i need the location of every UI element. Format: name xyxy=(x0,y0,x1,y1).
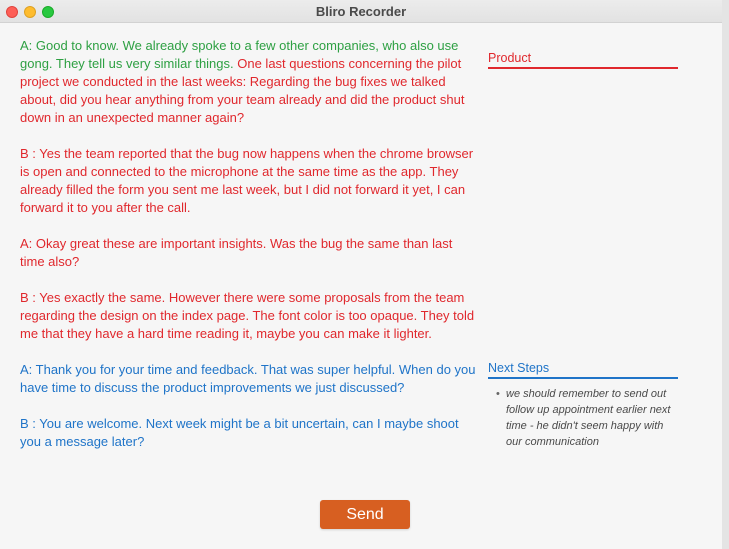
transcript-segment: B : Yes exactly the same. However there … xyxy=(20,290,475,341)
transcript-paragraph: A: Good to know. We already spoke to a f… xyxy=(20,37,478,127)
transcript-segment: A: Thank you for your time and feedback.… xyxy=(20,362,476,395)
bullet-icon: • xyxy=(496,388,500,400)
transcript-paragraph: B : Yes the team reported that the bug n… xyxy=(20,145,478,217)
window-edge xyxy=(722,0,729,549)
transcript-paragraph: B : You are welcome. Next week might be … xyxy=(20,415,478,451)
product-panel-title: Product xyxy=(488,51,532,65)
next-step-text: we should remember to send out follow up… xyxy=(506,388,671,448)
next-steps-panel-title: Next Steps xyxy=(488,361,550,375)
transcript-segment: B : Yes the team reported that the bug n… xyxy=(20,146,474,215)
transcript: A: Good to know. We already spoke to a f… xyxy=(20,37,478,469)
product-panel: Product xyxy=(488,51,678,69)
next-steps-divider xyxy=(488,377,678,379)
window-titlebar: Bliro Recorder xyxy=(0,0,722,23)
transcript-paragraph: A: Thank you for your time and feedback.… xyxy=(20,361,478,397)
product-divider xyxy=(488,67,678,69)
next-steps-list: • we should remember to send out follow … xyxy=(488,386,678,450)
transcript-segment: A: Okay great these are important insigh… xyxy=(20,236,453,269)
window-title: Bliro Recorder xyxy=(315,4,407,19)
transcript-paragraph: A: Okay great these are important insigh… xyxy=(20,235,478,271)
list-item: • we should remember to send out follow … xyxy=(496,386,671,450)
transcript-paragraph: B : Yes exactly the same. However there … xyxy=(20,289,478,343)
send-button[interactable]: Send xyxy=(320,500,410,529)
transcript-segment: B : You are welcome. Next week might be … xyxy=(20,416,459,449)
next-steps-panel: Next Steps • we should remember to send … xyxy=(488,361,678,450)
